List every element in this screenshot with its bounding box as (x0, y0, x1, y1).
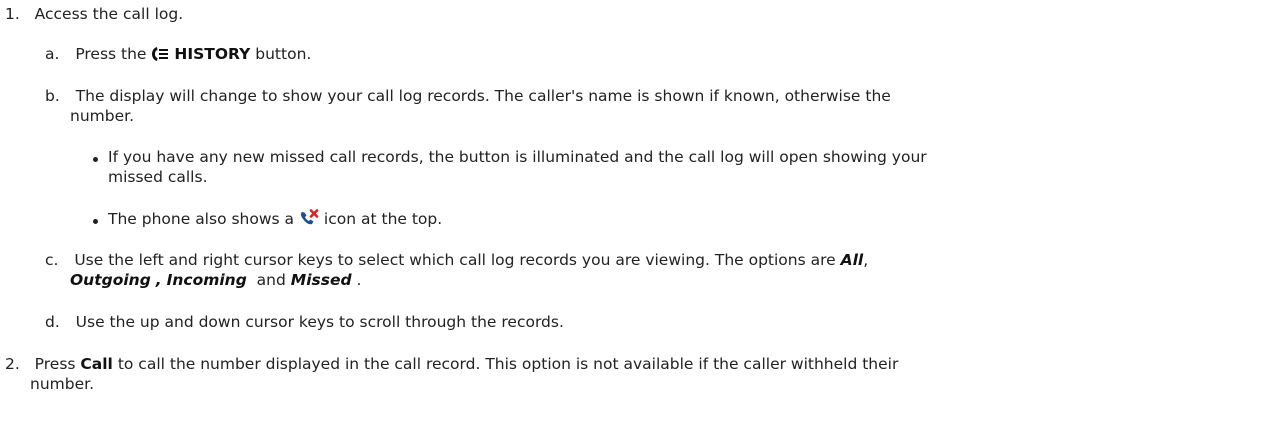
substep-text: Use the left and right cursor keys to se… (74, 251, 836, 269)
bullet-dot (93, 157, 98, 162)
substep-text: The display will change to show your cal… (75, 87, 891, 105)
bullet-text: The phone also shows a (108, 210, 295, 228)
substep-b-cont: number. (70, 106, 134, 126)
step-text-cont: number. (30, 375, 94, 393)
option-outgoing: Outgoing (70, 271, 151, 289)
substep-letter: c. (45, 251, 59, 269)
comma: , (863, 251, 869, 269)
bullet-text: If you have any new missed call records,… (108, 148, 927, 166)
period: . (356, 271, 362, 289)
step-number: 1. (5, 5, 20, 23)
substep-text-end: button. (255, 45, 312, 63)
option-all: All (840, 251, 864, 269)
bullet-item-2: The phone also shows a icon at the top. (108, 209, 442, 232)
history-button-icon (151, 46, 169, 67)
option-incoming: Incoming (166, 271, 247, 289)
substep-letter: a. (45, 45, 60, 63)
substep-letter: b. (45, 87, 60, 105)
substep-text-cont: number. (70, 107, 134, 125)
option-missed: Missed (290, 271, 352, 289)
step-1: 1. Access the call log. (5, 4, 183, 24)
substep-a: a. Press the HISTORY button. (45, 44, 311, 67)
substep-letter: d. (45, 313, 60, 331)
bullet-text-end: icon at the top. (323, 210, 443, 228)
bullet-dot (93, 219, 98, 224)
step-text: Access the call log. (34, 5, 184, 23)
substep-c: c. Use the left and right cursor keys to… (45, 250, 868, 270)
step-2-cont: number. (30, 374, 94, 394)
step-text-rest: to call the number displayed in the call… (117, 355, 899, 373)
substep-text: Use the up and down cursor keys to scrol… (75, 313, 564, 331)
step-number: 2. (5, 355, 20, 373)
history-button-label: HISTORY (174, 45, 251, 63)
substep-text: Press the (75, 45, 147, 63)
substep-b: b. The display will change to show your … (45, 86, 891, 106)
bullet-item-1-cont: missed calls. (108, 167, 208, 187)
missed-call-icon (299, 209, 319, 232)
call-label: Call (80, 355, 113, 373)
substep-c-cont: Outgoing , Incoming and Missed . (70, 270, 361, 290)
substep-d: d. Use the up and down cursor keys to sc… (45, 312, 564, 332)
comma-italic: , (155, 271, 162, 289)
step-2: 2. Press Call to call the number display… (5, 354, 898, 374)
bullet-item-1: If you have any new missed call records,… (108, 147, 927, 167)
and-word: and (256, 271, 286, 289)
bullet-text-cont: missed calls. (108, 168, 208, 186)
step-text: Press (34, 355, 76, 373)
